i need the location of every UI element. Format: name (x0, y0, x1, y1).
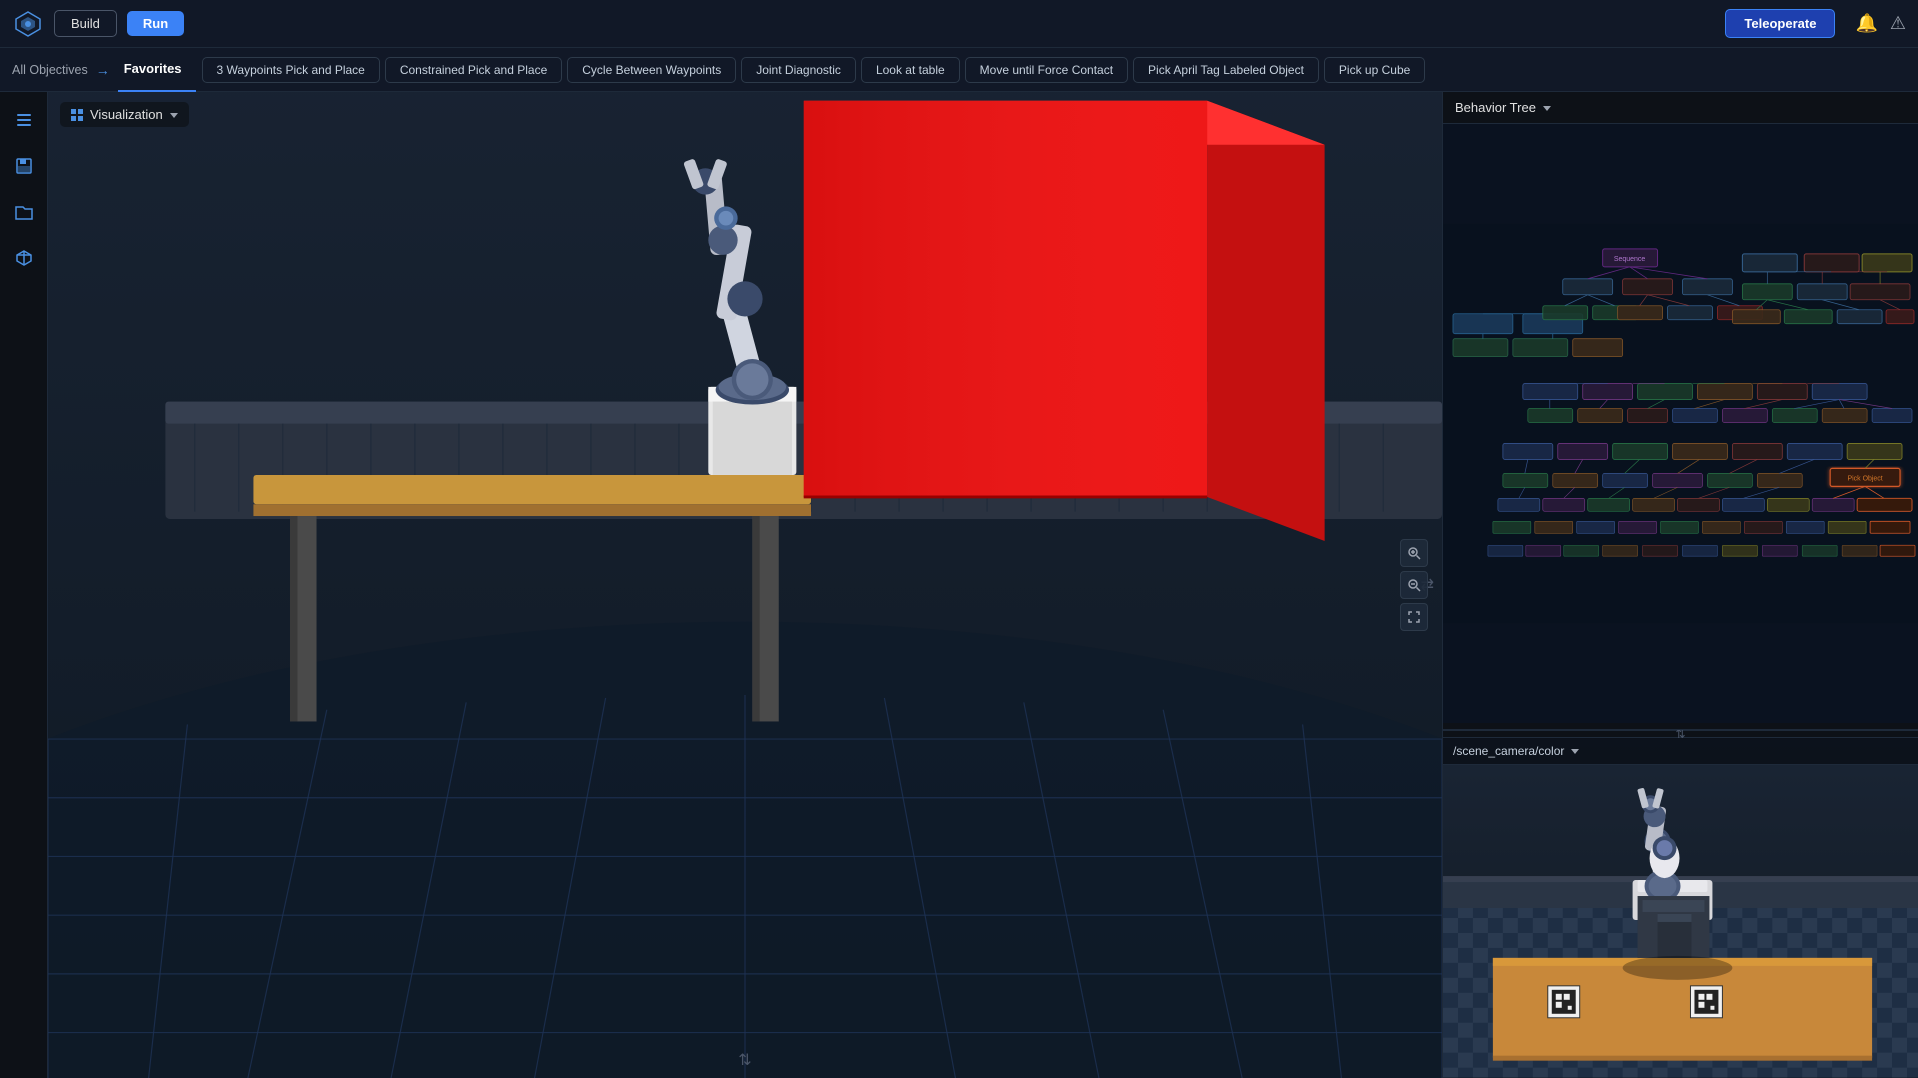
panel-resize-divider[interactable]: ⇅ (1443, 730, 1918, 738)
tab-look[interactable]: Look at table (861, 57, 960, 83)
bt-svg: Sequence (1443, 124, 1918, 723)
svg-text:Pick Object: Pick Object (1847, 475, 1882, 482)
behavior-tree-panel: Behavior Tree (1443, 92, 1918, 730)
tab-joint[interactable]: Joint Diagnostic (741, 57, 856, 83)
svg-text:Sequence: Sequence (1614, 256, 1646, 263)
alert-icon[interactable]: ⚠ (1890, 13, 1906, 34)
behavior-tree-header[interactable]: Behavior Tree (1443, 92, 1918, 124)
package-icon[interactable] (8, 242, 40, 274)
build-button[interactable]: Build (54, 10, 117, 37)
layers-icon[interactable] (8, 104, 40, 136)
behavior-tree-canvas[interactable]: Sequence (1443, 124, 1918, 723)
tab-3waypoints[interactable]: 3 Waypoints Pick and Place (202, 57, 380, 83)
visualization-header[interactable]: Visualization (60, 102, 189, 127)
main-content: Visualization (0, 92, 1918, 1078)
favorites-tab[interactable]: Favorites (118, 48, 196, 92)
teleoperate-button[interactable]: Teleoperate (1725, 9, 1835, 38)
behavior-tree-title: Behavior Tree (1455, 100, 1536, 115)
tab-force[interactable]: Move until Force Contact (965, 57, 1128, 83)
camera-panel: /scene_camera/color (1443, 738, 1918, 1078)
tab-constrained[interactable]: Constrained Pick and Place (385, 57, 562, 83)
zoom-out-button[interactable] (1400, 571, 1428, 599)
camera-header[interactable]: /scene_camera/color (1443, 738, 1918, 765)
zoom-in-button[interactable] (1400, 539, 1428, 567)
visualization-title: Visualization (90, 107, 163, 122)
camera-feed (1443, 738, 1918, 1078)
viewport-resize-vertical[interactable]: ⇅ (738, 1050, 751, 1070)
right-panel: Behavior Tree (1442, 92, 1918, 1078)
fullscreen-button[interactable] (1400, 603, 1428, 631)
objectives-bar: All Objectives → Favorites 3 Waypoints P… (0, 48, 1918, 92)
objectives-arrow-icon: → (96, 62, 110, 78)
zoom-controls (1400, 539, 1428, 631)
cam-dropdown-icon (1570, 746, 1580, 756)
camera-source-label: /scene_camera/color (1453, 744, 1564, 758)
folder-icon[interactable] (8, 196, 40, 228)
tab-cycle[interactable]: Cycle Between Waypoints (567, 57, 736, 83)
notification-icon[interactable]: 🔔 (1855, 13, 1877, 34)
all-objectives-label[interactable]: All Objectives (12, 63, 96, 77)
app-logo (12, 8, 44, 40)
visualization-dropdown-icon (169, 110, 179, 120)
3d-scene[interactable] (48, 92, 1442, 1078)
tab-pickup[interactable]: Pick up Cube (1324, 57, 1425, 83)
run-button[interactable]: Run (127, 11, 184, 36)
3d-viewport[interactable]: Visualization (48, 92, 1442, 1078)
bt-dropdown-icon (1542, 103, 1552, 113)
tab-april[interactable]: Pick April Tag Labeled Object (1133, 57, 1319, 83)
left-sidebar (0, 92, 48, 1078)
topbar: Build Run Teleoperate 🔔 ⚠ (0, 0, 1918, 48)
save-icon[interactable] (8, 150, 40, 182)
